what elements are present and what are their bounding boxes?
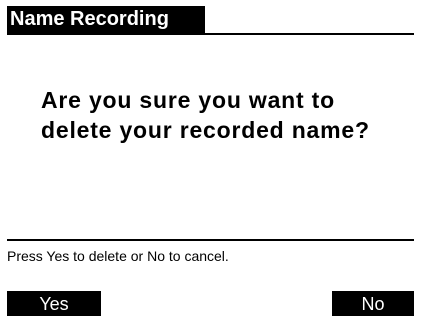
hint-divider — [7, 239, 414, 241]
no-softkey-button[interactable]: No — [332, 291, 414, 316]
confirmation-line-2: delete your recorded name? — [41, 117, 370, 143]
yes-softkey-button[interactable]: Yes — [7, 291, 101, 316]
confirmation-message: Are you sure you want to delete your rec… — [41, 85, 411, 145]
confirmation-line-1: Are you sure you want to — [41, 87, 335, 113]
title-divider — [7, 33, 414, 35]
name-recording-screen: Name Recording Are you sure you want to … — [0, 0, 421, 316]
instruction-text: Press Yes to delete or No to cancel. — [7, 248, 229, 264]
page-title: Name Recording — [7, 6, 205, 33]
